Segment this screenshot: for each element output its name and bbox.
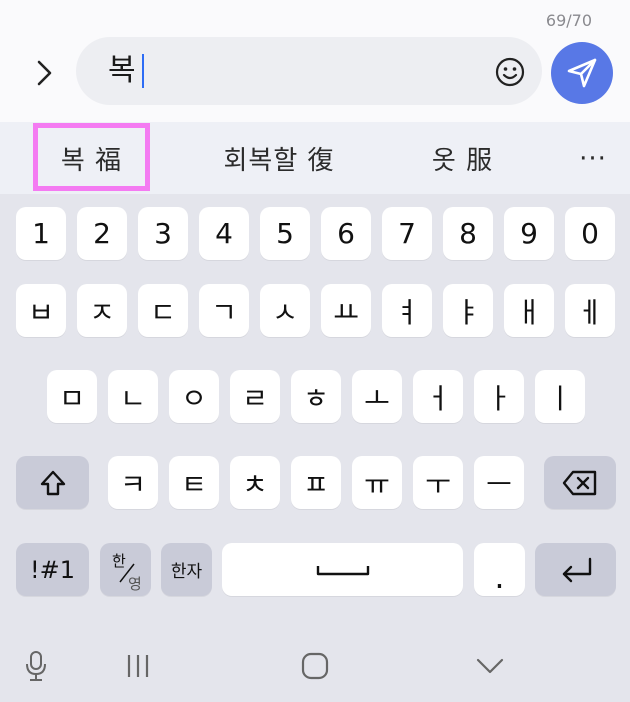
key-ieung[interactable]: ㅇ xyxy=(169,370,219,423)
key-u[interactable]: ㅜ xyxy=(413,456,463,509)
key-i[interactable]: ㅣ xyxy=(535,370,585,423)
suggestion-bar: 복 福 회복할 復 옷 服 ··· xyxy=(0,122,630,194)
hanja-key[interactable]: 한자 xyxy=(161,543,212,596)
keyboard: 복 福 회복할 復 옷 服 ··· 1 2 3 4 5 6 7 8 9 0 ㅂ … xyxy=(0,122,630,702)
key-5[interactable]: 5 xyxy=(260,207,310,260)
enter-arrow-icon xyxy=(562,557,591,582)
more-suggestions-button[interactable]: ··· xyxy=(578,144,608,174)
key-eu[interactable]: ㅡ xyxy=(474,456,524,509)
char-counter: 69/70 xyxy=(545,11,592,30)
key-nieun[interactable]: ㄴ xyxy=(108,370,158,423)
key-digeut[interactable]: ㄷ xyxy=(138,284,188,337)
key-eo[interactable]: ㅓ xyxy=(413,370,463,423)
microphone-icon xyxy=(26,651,46,681)
expand-button[interactable] xyxy=(24,52,66,94)
symbols-key[interactable]: !#1 xyxy=(16,543,89,596)
key-0[interactable]: 0 xyxy=(565,207,615,260)
han-label: 한 xyxy=(112,552,126,570)
key-rieul[interactable]: ㄹ xyxy=(230,370,280,423)
home-button[interactable] xyxy=(295,648,335,684)
text-caret xyxy=(142,54,144,88)
key-1[interactable]: 1 xyxy=(16,207,66,260)
key-tieut[interactable]: ㅌ xyxy=(169,456,219,509)
send-button[interactable] xyxy=(551,42,613,104)
key-8[interactable]: 8 xyxy=(443,207,493,260)
key-a[interactable]: ㅏ xyxy=(474,370,524,423)
key-mieum[interactable]: ㅁ xyxy=(47,370,97,423)
compose-area: 69/70 복 xyxy=(0,0,630,122)
send-icon xyxy=(567,58,597,88)
language-toggle-glyph: 한 영 xyxy=(112,552,142,593)
key-siot[interactable]: ㅅ xyxy=(260,284,310,337)
message-text: 복 xyxy=(108,53,136,88)
recents-button[interactable] xyxy=(118,648,158,684)
key-ya[interactable]: ㅑ xyxy=(443,284,493,337)
home-icon xyxy=(301,652,329,680)
key-bieup[interactable]: ㅂ xyxy=(16,284,66,337)
key-jieut[interactable]: ㅈ xyxy=(77,284,127,337)
key-yo[interactable]: ㅛ xyxy=(321,284,371,337)
key-o[interactable]: ㅗ xyxy=(352,370,402,423)
han-yeong-toggle-key[interactable]: 한 영 xyxy=(100,543,151,596)
yeong-label: 영 xyxy=(128,575,142,593)
smiley-icon[interactable] xyxy=(494,56,526,88)
space-bar-icon xyxy=(316,565,369,575)
chevron-down-icon xyxy=(476,658,504,674)
key-yeo[interactable]: ㅕ xyxy=(382,284,432,337)
key-giyeok[interactable]: ㄱ xyxy=(199,284,249,337)
key-chieut[interactable]: ㅊ xyxy=(230,456,280,509)
navigation-bar xyxy=(0,630,630,702)
key-ae[interactable]: ㅐ xyxy=(504,284,554,337)
shift-arrow-icon xyxy=(40,470,65,495)
back-button[interactable] xyxy=(470,648,510,684)
suggestion-2[interactable]: 회복할 復 xyxy=(205,122,353,194)
space-key[interactable] xyxy=(222,543,463,596)
key-3[interactable]: 3 xyxy=(138,207,188,260)
key-4[interactable]: 4 xyxy=(199,207,249,260)
suggestion-highlight xyxy=(33,123,150,191)
backspace-icon xyxy=(562,470,597,495)
key-hieut[interactable]: ㅎ xyxy=(291,370,341,423)
enter-key[interactable] xyxy=(535,543,616,596)
key-e[interactable]: ㅔ xyxy=(565,284,615,337)
recents-icon xyxy=(127,655,149,677)
key-pieup[interactable]: ㅍ xyxy=(291,456,341,509)
key-2[interactable]: 2 xyxy=(77,207,127,260)
chevron-right-icon xyxy=(37,60,52,86)
backspace-key[interactable] xyxy=(544,456,616,509)
suggestion-3[interactable]: 옷 服 xyxy=(410,122,515,194)
message-input[interactable]: 복 xyxy=(76,37,542,105)
key-6[interactable]: 6 xyxy=(321,207,371,260)
shift-key[interactable] xyxy=(16,456,89,509)
period-key[interactable]: . xyxy=(474,543,525,596)
key-7[interactable]: 7 xyxy=(382,207,432,260)
voice-input-button[interactable] xyxy=(16,648,56,684)
key-yu[interactable]: ㅠ xyxy=(352,456,402,509)
key-kieuk[interactable]: ㅋ xyxy=(108,456,158,509)
key-9[interactable]: 9 xyxy=(504,207,554,260)
